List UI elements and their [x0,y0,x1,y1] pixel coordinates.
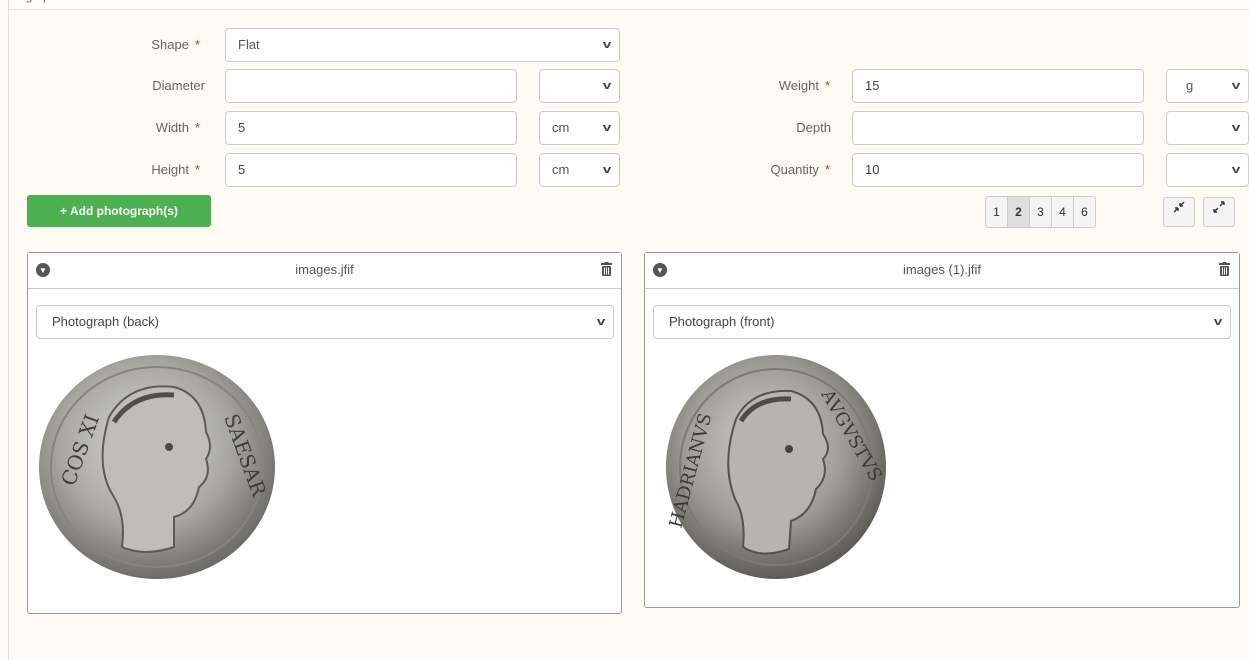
quantity-input[interactable]: 10 [852,153,1144,187]
photo-card: ▼ images.jfif Photograph (back) v COS XI… [27,252,622,614]
columns-pager: 1 2 3 4 6 [985,196,1096,228]
plus-icon: + [60,204,68,218]
depth-label: Depth [796,120,831,135]
chevron-down-icon: v [1231,122,1241,134]
chevron-down-icon: v [602,164,612,176]
depth-unit-select[interactable]: v [1166,111,1249,145]
add-photographs-button[interactable]: + Add photograph(s) [27,195,211,227]
shrink-button[interactable] [1163,197,1195,227]
photo-type-select[interactable]: Photograph (front) v [653,305,1231,339]
diameter-label: Diameter [152,78,205,93]
diameter-input[interactable] [225,69,517,103]
photo-card-header: ▼ images.jfif [28,253,621,289]
top-section-header: ograph [8,0,1249,10]
page-button-2[interactable]: 2 [1007,196,1030,228]
chevron-down-icon: v [1231,164,1241,176]
coin-front-image: HADRIANVS AVGVSTVS [666,355,886,579]
height-input[interactable]: 5 [225,153,517,187]
width-input[interactable]: 5 [225,111,517,145]
shape-label: Shape * [151,37,200,52]
weight-input[interactable]: 15 [852,69,1144,103]
quantity-label: Quantity * [770,162,830,177]
photo-type-select[interactable]: Photograph (back) v [36,305,614,339]
trash-icon[interactable] [601,262,612,276]
chevron-down-icon: v [1213,316,1223,328]
add-photographs-label: Add photograph(s) [69,204,178,218]
chevron-down-icon: v [602,80,612,92]
weight-label: Weight * [778,78,830,93]
page-button-3[interactable]: 3 [1029,196,1052,228]
section-title-fragment: ograph [19,0,56,3]
coin-photo: COS XI SAESAR [34,347,276,587]
page-button-6[interactable]: 6 [1073,196,1096,228]
width-label: Width * [155,120,200,135]
quantity-unit-select[interactable]: v [1166,153,1249,187]
chevron-down-icon: v [602,122,612,134]
trash-icon[interactable] [1219,262,1230,276]
photo-card-header: ▼ images (1).jfif [645,253,1239,289]
page-button-1[interactable]: 1 [985,196,1008,228]
chevron-down-icon: v [1231,80,1241,92]
photo-filename: images (1).jfif [902,262,982,277]
height-label: Height * [151,162,200,177]
weight-unit-select[interactable]: gv [1166,69,1249,103]
expand-button[interactable] [1203,197,1235,227]
coin-back-image: COS XI SAESAR [39,355,275,579]
photo-filename: images.jfif [295,262,354,277]
coin-photo: HADRIANVS AVGVSTVS [651,349,897,583]
chevron-down-icon: v [602,39,612,51]
photo-card: ▼ images (1).jfif Photograph (front) v H… [644,252,1240,608]
shape-select[interactable]: Flat v [225,28,620,62]
height-unit-select[interactable]: cm v [539,153,620,187]
chevron-down-icon: v [596,316,606,328]
diameter-unit-select[interactable]: v [539,69,620,103]
page-button-4[interactable]: 4 [1051,196,1074,228]
width-unit-select[interactable]: cm v [539,111,620,145]
shrink-icon [1173,201,1185,213]
depth-input[interactable] [852,111,1144,145]
expand-icon [1213,201,1225,213]
